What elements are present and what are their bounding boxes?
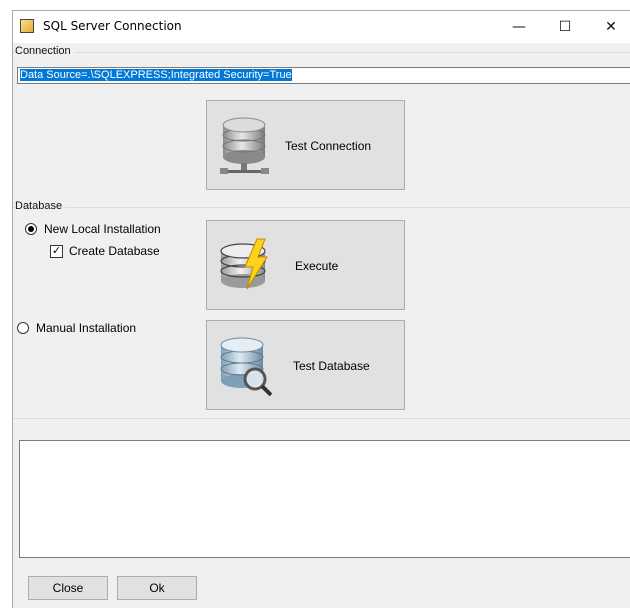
manual-installation-label[interactable]: Manual Installation: [36, 321, 136, 335]
database-network-icon: [220, 117, 269, 174]
execute-label: Execute: [295, 259, 339, 273]
title-bar[interactable]: SQL Server Connection — ☐ ✕: [13, 11, 630, 43]
database-group-divider: [13, 207, 630, 208]
create-database-checkbox[interactable]: ✓: [50, 245, 63, 258]
app-icon: [20, 19, 34, 33]
database-group-label: Database: [15, 200, 66, 212]
window-title: SQL Server Connection: [43, 19, 182, 33]
output-group-divider: [13, 418, 630, 419]
close-button[interactable]: Close: [28, 576, 108, 600]
close-window-button[interactable]: ✕: [588, 11, 630, 43]
connection-string-input[interactable]: Data Source=.\SQLEXPRESS;Integrated Secu…: [17, 67, 630, 84]
output-log-textarea[interactable]: [19, 440, 630, 558]
connection-group-label: Connection: [15, 45, 74, 57]
test-connection-label: Test Connection: [285, 139, 372, 153]
sql-server-connection-window: SQL Server Connection — ☐ ✕ Connection D…: [12, 10, 630, 608]
manual-installation-radio[interactable]: [17, 322, 29, 334]
connection-string-text: Data Source=.\SQLEXPRESS;Integrated Secu…: [20, 69, 292, 81]
test-database-button[interactable]: Test Database: [206, 320, 405, 410]
create-database-label[interactable]: Create Database: [69, 244, 160, 258]
ok-button[interactable]: Ok: [117, 576, 197, 600]
maximize-button[interactable]: ☐: [542, 11, 588, 43]
new-local-installation-radio[interactable]: [25, 223, 37, 235]
execute-button[interactable]: Execute: [206, 220, 405, 310]
new-local-installation-label[interactable]: New Local Installation: [44, 222, 161, 236]
test-database-label: Test Database: [293, 359, 370, 373]
minimize-button[interactable]: —: [496, 11, 542, 43]
database-magnifier-icon: [220, 337, 273, 397]
connection-group-divider: [13, 52, 630, 53]
test-connection-button[interactable]: Test Connection: [206, 100, 405, 190]
database-lightning-icon: [220, 238, 268, 290]
